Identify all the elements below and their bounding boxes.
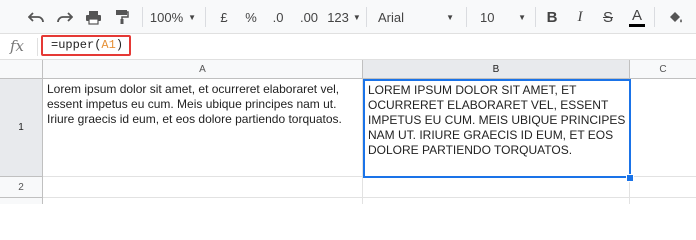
toolbar-separator <box>654 7 655 27</box>
row-header-2[interactable]: 2 <box>0 177 43 198</box>
zoom-label: 100% <box>149 9 184 25</box>
more-formats-select[interactable]: 123 ▼ <box>326 0 362 34</box>
chevron-down-icon: ▼ <box>188 12 197 22</box>
strikethrough-label: S <box>602 8 613 26</box>
row-header-label: 1 <box>18 122 24 133</box>
cell-c1[interactable] <box>631 79 696 177</box>
decrease-decimals-button[interactable]: .0 <box>266 0 290 34</box>
currency-button[interactable]: £ <box>214 0 234 34</box>
cell-a1-text: Lorem ipsum dolor sit amet, et ocurreret… <box>47 82 342 126</box>
column-header-label: A <box>199 63 206 75</box>
formula-bar: fx =upper(A1) <box>0 34 696 60</box>
row-header-3[interactable] <box>0 198 43 204</box>
cell-c3[interactable] <box>630 198 696 204</box>
cell-c2[interactable] <box>630 177 696 198</box>
zoom-select[interactable]: 100% ▼ <box>148 0 198 34</box>
undo-icon[interactable] <box>25 0 47 34</box>
italic-button[interactable]: I <box>570 0 590 34</box>
increase-decimals-label: .00 <box>299 9 319 25</box>
row-header-1[interactable]: 1 <box>0 79 43 177</box>
cell-b2[interactable] <box>363 178 630 198</box>
formula-suffix: ) <box>115 38 124 52</box>
toolbar-separator <box>466 7 467 27</box>
column-header-b[interactable]: B <box>363 60 630 79</box>
cell-a3[interactable] <box>43 198 363 204</box>
bold-label: B <box>546 8 558 26</box>
percent-button[interactable]: % <box>241 0 261 34</box>
column-header-c[interactable]: C <box>630 60 696 79</box>
redo-icon[interactable] <box>54 0 76 34</box>
toolbar-separator <box>205 7 206 27</box>
text-color-label: A <box>631 6 642 24</box>
paint-format-icon[interactable] <box>111 0 133 34</box>
strikethrough-button[interactable]: S <box>598 0 618 34</box>
font-select[interactable]: Arial ▼ <box>372 0 460 34</box>
toolbar-separator <box>535 7 536 27</box>
italic-label: I <box>577 8 583 25</box>
row-header-label: 2 <box>18 181 24 193</box>
font-label: Arial <box>378 9 405 25</box>
cell-a1[interactable]: Lorem ipsum dolor sit amet, et ocurreret… <box>43 79 363 177</box>
print-icon[interactable] <box>82 0 104 34</box>
font-size-label: 10 <box>480 9 495 25</box>
text-color-swatch <box>629 23 645 27</box>
currency-label: £ <box>220 9 228 25</box>
toolbar: 100% ▼ £ % .0 .00 123 ▼ Arial ▼ 10 ▼ B I… <box>0 0 696 34</box>
chevron-down-icon: ▼ <box>352 12 361 22</box>
fill-handle[interactable] <box>626 174 634 182</box>
toolbar-separator <box>366 7 367 27</box>
formula-prefix: =upper( <box>51 38 102 52</box>
cell-b1-text: LOREM IPSUM DOLOR SIT AMET, ET OCURRERET… <box>368 83 626 157</box>
chevron-down-icon: ▼ <box>518 12 526 22</box>
decrease-decimals-label: .0 <box>272 9 284 25</box>
text-color-button[interactable]: A <box>626 0 648 34</box>
toolbar-separator <box>142 7 143 27</box>
cell-b3[interactable] <box>363 198 630 204</box>
column-header-label: B <box>492 63 500 75</box>
increase-decimals-button[interactable]: .00 <box>295 0 323 34</box>
cell-b1[interactable]: LOREM IPSUM DOLOR SIT AMET, ET OCURRERET… <box>363 79 631 178</box>
formula-input[interactable]: =upper(A1) <box>41 35 131 56</box>
chevron-down-icon: ▼ <box>446 12 454 22</box>
bold-button[interactable]: B <box>542 0 562 34</box>
font-size-select[interactable]: 10 ▼ <box>476 0 530 34</box>
cell-a2[interactable] <box>43 177 363 198</box>
fill-color-icon[interactable] <box>664 0 686 34</box>
select-all-corner[interactable] <box>0 60 43 79</box>
column-header-label: C <box>659 63 667 75</box>
fx-icon: fx <box>10 37 25 55</box>
more-formats-label: 123 <box>327 9 349 25</box>
spreadsheet-grid: A B C 1 2 Lorem ipsum dolor sit amet, et… <box>0 60 696 204</box>
percent-label: % <box>245 9 257 25</box>
formula-bar-separator <box>37 38 38 56</box>
formula-cell-reference: A1 <box>101 38 116 52</box>
column-header-a[interactable]: A <box>43 60 363 79</box>
